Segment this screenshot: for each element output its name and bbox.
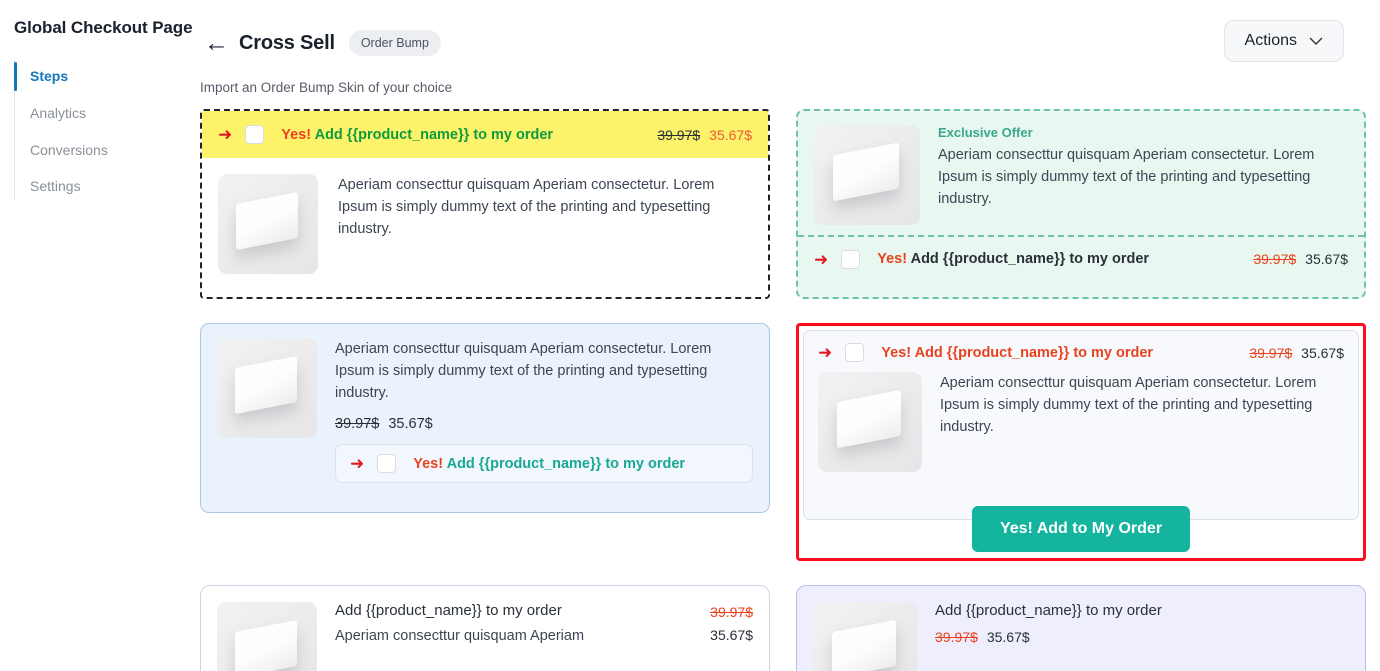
skin5-description: Aperiam consecttur quisquam Aperiam (335, 628, 585, 644)
add-to-order-button[interactable]: Yes! Add to My Order (971, 506, 1191, 552)
order-bump-skin-card-5[interactable]: Add {{product_name}} to my order Aperiam… (200, 585, 770, 671)
skin2-offer-label: Yes! Add {{product_name}} to my order (877, 251, 1149, 267)
arrow-right-icon: ➜ (814, 249, 829, 269)
skin1-header-bar: ➜ Yes! Add {{product_name}} to my order … (202, 111, 768, 158)
skin3-new-price: 35.67$ (388, 416, 433, 433)
skin1-description: Aperiam consecttur quisquam Aperiam cons… (338, 177, 715, 238)
main-content: ← Cross Sell Order Bump Actions Import a… (196, 0, 1380, 671)
sidebar-item-label: Conversions (30, 141, 108, 158)
order-bump-skin-card-6[interactable]: Add {{product_name}} to my order 39.97$ … (796, 585, 1366, 671)
product-image (217, 602, 317, 671)
product-image (218, 174, 318, 274)
arrow-right-icon: ➜ (818, 343, 833, 362)
app-root: Global Checkout Page Steps Analytics Con… (0, 0, 1380, 671)
skin6-old-price: 39.97$ (935, 629, 978, 645)
sidebar-item-label: Analytics (30, 104, 87, 121)
skin4-header-row: ➜ Yes! Add {{product_name}} to my order … (818, 343, 1344, 362)
skin3-offer-label: Yes! Add {{product_name}} to my order (413, 456, 685, 472)
order-bump-skin-card-2[interactable]: Exclusive Offer Aperiam consecttur quisq… (796, 109, 1366, 299)
order-bump-skin-card-4-selected[interactable]: ➜ Yes! Add {{product_name}} to my order … (796, 323, 1366, 561)
product-image (813, 602, 917, 671)
skin2-description: Aperiam consecttur quisquam Aperiam cons… (938, 147, 1315, 208)
skin4-price-row: 39.97$ 35.67$ (1249, 345, 1344, 361)
skin1-offer-label: Yes! Add {{product_name}} to my order (281, 127, 553, 143)
skin5-text-block: Add {{product_name}} to my order Aperiam… (335, 602, 692, 671)
skin4-add-text: Add {{product_name}} to my order (914, 344, 1154, 361)
skin2-text-block: Exclusive Offer Aperiam consecttur quisq… (938, 125, 1348, 225)
skin3-description: Aperiam consecttur quisquam Aperiam cons… (335, 341, 712, 402)
arrow-right-icon: ➜ (218, 125, 233, 144)
sidebar-nav: Steps Analytics Conversions Settings (0, 58, 196, 205)
sidebar-item-label: Steps (30, 68, 69, 84)
arrow-right-icon: ➜ (350, 454, 365, 474)
skin6-text-block: Add {{product_name}} to my order 39.97$ … (935, 602, 1162, 671)
product-image (814, 125, 920, 225)
sidebar-item-steps[interactable]: Steps (14, 58, 196, 95)
skin3-checkbox[interactable] (377, 454, 397, 474)
skin6-new-price: 35.67$ (986, 629, 1030, 645)
skin1-old-price: 39.97$ (657, 126, 701, 143)
skin1-new-price: 35.67$ (709, 126, 752, 143)
skin3-body: Aperiam consecttur quisquam Aperiam cons… (217, 338, 753, 484)
chevron-down-icon (1309, 37, 1323, 45)
skin2-yes-text: Yes! (877, 251, 908, 267)
actions-button[interactable]: Actions (1223, 20, 1344, 62)
skin3-yes-text: Yes! (413, 455, 444, 472)
skin3-text-block: Aperiam consecttur quisquam Aperiam cons… (335, 338, 753, 484)
skin3-price-row: 39.97$ 35.67$ (335, 416, 753, 432)
sidebar-item-analytics[interactable]: Analytics (14, 95, 196, 132)
sidebar-item-label: Settings (30, 178, 81, 195)
actions-button-label: Actions (1244, 32, 1297, 49)
sidebar-title: Global Checkout Page (14, 18, 193, 37)
top-bar: ← Cross Sell Order Bump Actions (196, 0, 1380, 64)
sidebar-item-settings[interactable]: Settings (14, 168, 196, 205)
skin4-old-price: 39.97$ (1249, 344, 1293, 361)
skin2-body: Exclusive Offer Aperiam consecttur quisq… (798, 111, 1364, 235)
product-image (818, 372, 922, 472)
skin5-new-price: 35.67$ (710, 627, 753, 643)
arrow-left-icon[interactable]: ← (204, 30, 239, 56)
skin2-old-price: 39.97$ (1253, 251, 1297, 267)
sidebar-item-conversions[interactable]: Conversions (14, 132, 196, 169)
skin1-checkbox[interactable] (245, 125, 265, 144)
skin5-price-row: 39.97$ 35.67$ (710, 602, 753, 671)
skin4-inner: ➜ Yes! Add {{product_name}} to my order … (803, 330, 1359, 552)
skin4-description: Aperiam consecttur quisquam Aperiam cons… (940, 375, 1317, 436)
page-title: Cross Sell (239, 31, 335, 54)
skin2-add-text: Add {{product_name}} to my order (910, 251, 1150, 267)
skin3-add-text: Add {{product_name}} to my order (446, 455, 686, 472)
sidebar: Global Checkout Page Steps Analytics Con… (0, 0, 196, 671)
skin1-price-row: 39.97$ 35.67$ (657, 127, 752, 143)
skins-grid: ➜ Yes! Add {{product_name}} to my order … (196, 95, 1380, 671)
skin4-yes-text: Yes! (881, 344, 912, 361)
skin2-footer-bar: ➜ Yes! Add {{product_name}} to my order … (798, 235, 1364, 281)
skin1-body: Aperiam consecttur quisquam Aperiam cons… (202, 158, 768, 290)
skin2-new-price: 35.67$ (1305, 251, 1348, 267)
skin4-offer-label: Yes! Add {{product_name}} to my order (881, 345, 1153, 361)
product-image (217, 338, 317, 438)
skin3-old-price: 39.97$ (335, 416, 380, 433)
skin5-old-price: 39.97$ (710, 604, 753, 620)
skin2-checkbox[interactable] (841, 249, 861, 269)
status-badge: Order Bump (348, 30, 441, 56)
skin4-new-price: 35.67$ (1301, 344, 1344, 361)
order-bump-skin-card-1[interactable]: ➜ Yes! Add {{product_name}} to my order … (200, 109, 770, 299)
skin5-title: Add {{product_name}} to my order (335, 602, 562, 619)
skin1-add-text: Add {{product_name}} to my order (314, 126, 554, 143)
page-subtitle: Import an Order Bump Skin of your choice (200, 80, 453, 95)
skin2-price-row: 39.97$ 35.67$ (1253, 251, 1348, 267)
skin4-body: Aperiam consecttur quisquam Aperiam cons… (818, 372, 1344, 472)
skin3-checkbox-row[interactable]: ➜ Yes! Add {{product_name}} to my order (335, 444, 753, 484)
skin1-yes-text: Yes! (281, 126, 312, 143)
skin6-price-row: 39.97$ 35.67$ (935, 629, 1162, 645)
skin6-title: Add {{product_name}} to my order (935, 602, 1162, 619)
skin2-offer-headline: Exclusive Offer (938, 125, 1033, 140)
order-bump-skin-card-3[interactable]: Aperiam consecttur quisquam Aperiam cons… (200, 323, 770, 513)
skin4-checkbox[interactable] (845, 343, 865, 362)
